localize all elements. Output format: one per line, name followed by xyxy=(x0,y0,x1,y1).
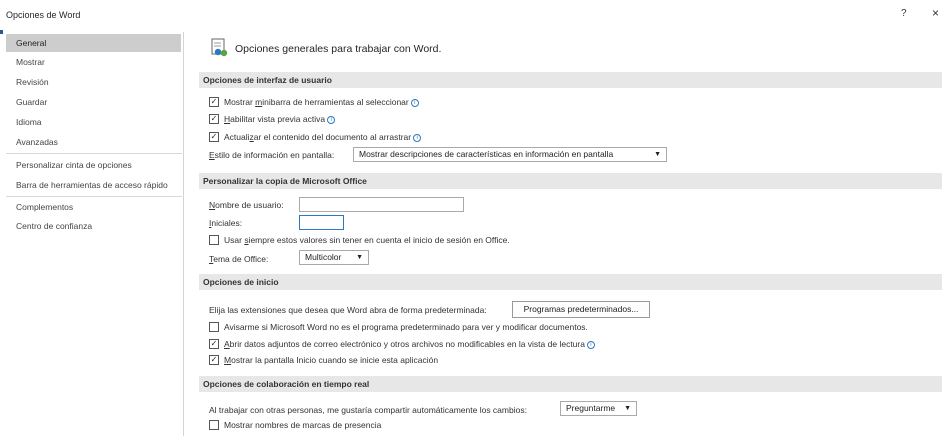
sidebar-item-complementos[interactable]: Complementos xyxy=(6,198,181,216)
notify-default-checkbox[interactable] xyxy=(209,322,219,332)
sidebar-item-general[interactable]: General xyxy=(6,34,181,52)
initials-label: Iniciales: xyxy=(209,218,243,228)
title-bar: Opciones de Word ? × xyxy=(0,0,942,30)
sidebar-item-centro-confianza[interactable]: Centro de confianza xyxy=(6,217,181,235)
section-title: Personalizar la copia de Microsoft Offic… xyxy=(203,176,367,186)
office-theme-select[interactable]: Multicolor ▼ xyxy=(299,250,369,265)
always-use-label: Usar siempre estos valores sin tener en … xyxy=(224,235,510,245)
chevron-down-icon: ▼ xyxy=(356,254,363,261)
notify-default-label: Avisarme si Microsoft Word no es el prog… xyxy=(224,322,588,332)
username-field[interactable] xyxy=(299,197,464,212)
initials-field[interactable] xyxy=(299,215,344,230)
section-title: Opciones de interfaz de usuario xyxy=(203,75,332,85)
chevron-down-icon: ▼ xyxy=(654,151,661,158)
live-preview-checkbox[interactable]: ✓ xyxy=(209,114,219,124)
section-personalize: Personalizar la copia de Microsoft Offic… xyxy=(199,173,942,189)
page-title: Opciones generales para trabajar con Wor… xyxy=(235,43,442,55)
sidebar-item-mostrar[interactable]: Mostrar xyxy=(6,53,181,71)
screentip-label: Estilo de información en pantalla: xyxy=(209,150,335,160)
sidebar-divider xyxy=(6,153,182,154)
default-programs-button[interactable]: Programas predeterminados... xyxy=(512,301,650,318)
open-attachments-checkbox[interactable]: ✓ xyxy=(209,339,219,349)
sidebar-item-idioma[interactable]: Idioma xyxy=(6,113,181,131)
sidebar-item-personalizar-cinta[interactable]: Personalizar cinta de opciones xyxy=(6,156,181,174)
username-label: Nombre de usuario: xyxy=(209,200,284,210)
section-title: Opciones de colaboración en tiempo real xyxy=(203,379,370,389)
screentip-style-select[interactable]: Mostrar descripciones de características… xyxy=(353,147,667,162)
update-drag-label: Actualizar el contenido del documento al… xyxy=(224,132,422,142)
show-start-label: Mostrar la pantalla Inicio cuando se ini… xyxy=(224,355,439,365)
sidebar-item-avanzadas[interactable]: Avanzadas xyxy=(6,133,181,151)
live-preview-label: Habilitar vista previa activa i xyxy=(224,114,336,124)
presence-flags-checkbox[interactable] xyxy=(209,420,219,430)
info-icon[interactable]: i xyxy=(410,99,419,107)
update-drag-checkbox[interactable]: ✓ xyxy=(209,132,219,142)
minibar-checkbox[interactable]: ✓ xyxy=(209,97,219,107)
info-icon[interactable]: i xyxy=(327,116,336,124)
show-start-checkbox[interactable]: ✓ xyxy=(209,355,219,365)
share-changes-select[interactable]: Preguntarme ▼ xyxy=(560,401,637,416)
theme-label: Tema de Office: xyxy=(209,254,269,264)
options-settings-icon xyxy=(211,38,228,57)
info-icon[interactable]: i xyxy=(586,341,595,349)
presence-flags-label: Mostrar nombres de marcas de presencia xyxy=(224,420,382,430)
help-button[interactable]: ? xyxy=(901,8,907,19)
section-startup: Opciones de inicio xyxy=(199,274,942,290)
window-title: Opciones de Word xyxy=(6,10,81,20)
sidebar-item-guardar[interactable]: Guardar xyxy=(6,93,181,111)
minibar-label: Mostrar minibarra de herramientas al sel… xyxy=(224,97,419,107)
share-changes-value: Preguntarme xyxy=(566,403,616,413)
extensions-label: Elija las extensiones que desea que Word… xyxy=(209,305,487,315)
always-use-checkbox[interactable] xyxy=(209,235,219,245)
section-realtime: Opciones de colaboración en tiempo real xyxy=(199,376,942,392)
screentip-style-value: Mostrar descripciones de características… xyxy=(359,149,614,159)
sidebar-item-revision[interactable]: Revisión xyxy=(6,73,181,91)
info-icon[interactable]: i xyxy=(413,134,422,142)
sidebar: General Mostrar Revisión Guardar Idioma … xyxy=(0,32,184,436)
share-changes-label: Al trabajar con otras personas, me gusta… xyxy=(209,405,527,415)
chevron-down-icon: ▼ xyxy=(624,405,631,412)
office-theme-value: Multicolor xyxy=(305,252,342,262)
section-title: Opciones de inicio xyxy=(203,277,279,287)
close-button[interactable]: × xyxy=(932,6,939,20)
sidebar-divider xyxy=(6,196,182,197)
sidebar-item-barra-acceso-rapido[interactable]: Barra de herramientas de acceso rápido xyxy=(6,176,181,194)
open-attachments-label: Abrir datos adjuntos de correo electróni… xyxy=(224,339,595,349)
section-ui-options: Opciones de interfaz de usuario xyxy=(199,72,942,88)
